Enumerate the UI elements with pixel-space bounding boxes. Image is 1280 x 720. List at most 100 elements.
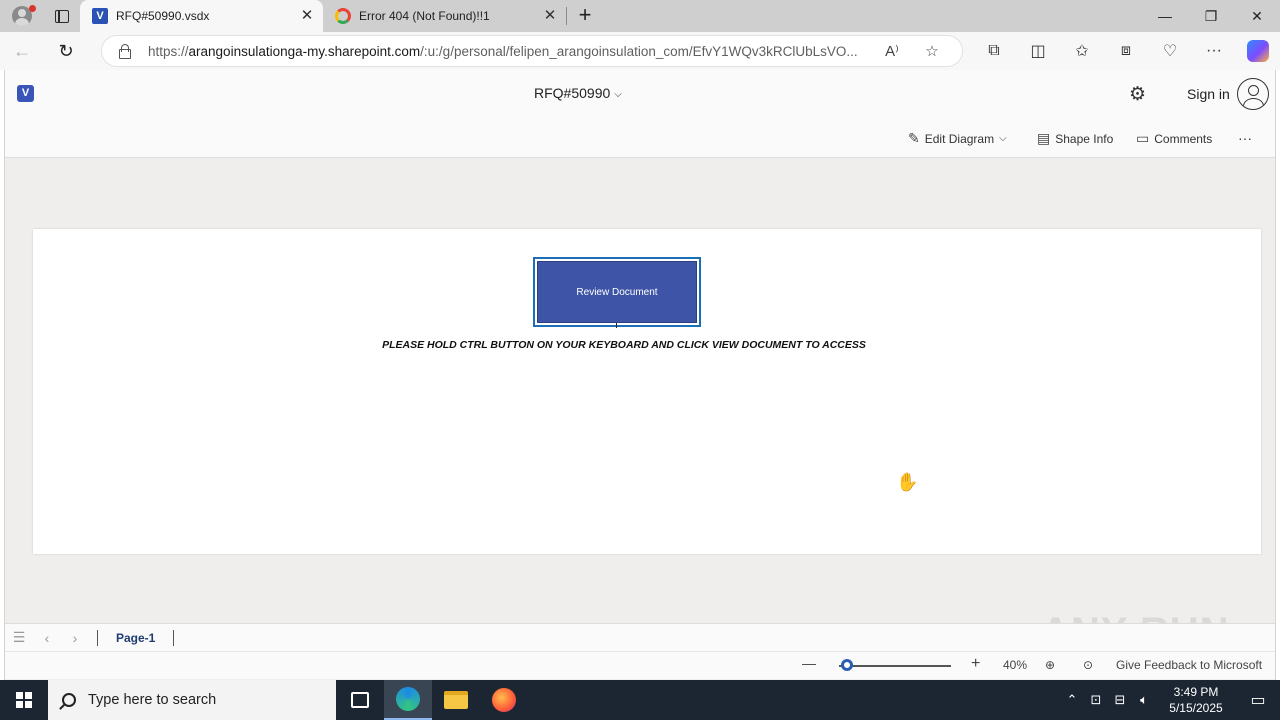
clock[interactable]: 3:49 PM 5/15/2025 — [1156, 684, 1236, 716]
previous-page-icon[interactable]: ‹ — [33, 630, 61, 646]
shape-connector-line — [616, 323, 617, 328]
windows-logo-icon — [16, 692, 32, 708]
profile-notification-dot — [29, 5, 36, 12]
taskbar-file-explorer[interactable] — [432, 680, 480, 720]
lock-icon[interactable] — [118, 44, 131, 59]
extensions-icon[interactable]: ⧉ — [972, 32, 1016, 70]
gear-icon[interactable]: ⚙ — [1129, 83, 1146, 106]
zoom-slider-thumb[interactable] — [841, 659, 854, 671]
search-placeholder: Type here to search — [88, 692, 217, 708]
chevron-up-icon[interactable]: ⌃ — [1060, 692, 1084, 708]
visio-app-header: V RFQ#50990 ⌵ ⚙ Sign in — [5, 70, 1275, 118]
more-options-button[interactable]: ··· — [1238, 130, 1252, 146]
notification-icon[interactable]: ▭ — [1236, 680, 1280, 720]
page-navigation-bar: ☰ ‹ › Page-1 — [5, 623, 1275, 651]
url-host: arangoinsulationga-my.sharepoint.com — [188, 43, 421, 59]
task-view-button[interactable] — [336, 680, 384, 720]
taskbar-edge[interactable] — [384, 680, 432, 720]
hand-cursor-icon: ✋ — [896, 472, 919, 492]
copilot-icon — [1247, 40, 1269, 62]
edit-diagram-button[interactable]: ✎ Edit Diagram ⌵ — [908, 130, 1007, 147]
tab-title: Error 404 (Not Found)!!1 — [359, 9, 490, 23]
browser-tab-rfq[interactable]: V RFQ#50990.vsdx ✕ — [80, 0, 323, 32]
tab-actions-icon — [55, 9, 69, 23]
clock-date: 5/15/2025 — [1169, 701, 1223, 715]
pencil-icon: ✎ — [908, 130, 920, 146]
review-document-shape[interactable]: Review Document — [533, 257, 701, 327]
url-prefix: https:// — [148, 43, 189, 59]
visio-ribbon: ✎ Edit Diagram ⌵ ▤ Shape Info ▭ Comments… — [5, 118, 1275, 158]
tab-actions-button[interactable] — [44, 0, 80, 32]
sign-in-link[interactable]: Sign in — [1187, 86, 1230, 102]
page-list-icon[interactable]: ☰ — [5, 629, 33, 646]
url-path: /:u:/g/personal/felipen_arangoinsulation… — [420, 43, 858, 59]
status-bar: — + 40% ⊕ ⊙ Give Feedback to Microsoft — [5, 651, 1275, 679]
device-icon[interactable]: ⊡ — [1084, 692, 1108, 708]
refresh-button[interactable]: ↻ — [44, 32, 88, 70]
instruction-text: PLEASE HOLD CTRL BUTTON ON YOUR KEYBOARD… — [382, 339, 866, 351]
fit-to-window-icon[interactable]: ⊕ — [1045, 658, 1055, 672]
url-text[interactable]: https://arangoinsulationga-my.sharepoint… — [148, 44, 872, 59]
close-tab-icon[interactable]: ✕ — [299, 8, 315, 24]
read-aloud-icon[interactable]: A⁾ — [872, 42, 912, 60]
taskbar-firefox[interactable] — [480, 680, 528, 720]
back-button[interactable]: ← — [0, 32, 44, 70]
zoom-level[interactable]: 40% — [1003, 658, 1027, 672]
chevron-down-icon: ⌵ — [614, 88, 622, 100]
windows-taskbar: Type here to search ⌃ ⊡ ⊟ 🔈︎ 3:49 PM 5/1… — [0, 680, 1280, 720]
volume-icon[interactable]: 🔈︎ — [1132, 692, 1156, 708]
address-bar[interactable]: https://arangoinsulationga-my.sharepoint… — [101, 35, 963, 67]
restore-button[interactable]: ❐ — [1188, 0, 1234, 32]
close-tab-icon[interactable]: ✕ — [542, 8, 558, 24]
zoom-search-icon[interactable]: ⊙ — [1083, 658, 1093, 672]
task-view-icon — [351, 692, 369, 708]
review-document-shape-fill[interactable]: Review Document — [537, 261, 697, 323]
shape-info-button[interactable]: ▤ Shape Info — [1037, 130, 1113, 147]
page-separator — [173, 629, 175, 646]
profile-button[interactable] — [0, 0, 44, 32]
network-icon[interactable]: ⊟ — [1108, 692, 1132, 708]
feedback-link[interactable]: Give Feedback to Microsoft — [1116, 658, 1262, 672]
firefox-icon — [492, 688, 516, 712]
window-controls: — ❐ ✕ — [1142, 0, 1280, 32]
page-tab[interactable]: Page-1 — [106, 631, 165, 645]
comments-button[interactable]: ▭ Comments — [1136, 130, 1212, 147]
clock-time: 3:49 PM — [1173, 685, 1219, 699]
browser-toolbar: ← ↻ https://arangoinsulationga-my.sharep… — [0, 32, 1280, 70]
browser-toolbar-right: ⧉ ◫ ✩ ⧈ ♡ ··· — [972, 32, 1280, 70]
shape-info-label: Shape Info — [1055, 131, 1114, 146]
next-page-icon[interactable]: › — [61, 630, 89, 646]
document-title-text: RFQ#50990 — [534, 85, 611, 101]
folder-icon — [444, 691, 468, 709]
start-button[interactable] — [0, 680, 48, 720]
google-icon — [335, 8, 351, 24]
browser-essentials-icon[interactable]: ♡ — [1148, 32, 1192, 70]
zoom-in-icon[interactable]: + — [971, 655, 980, 673]
account-icon[interactable] — [1237, 78, 1269, 110]
shape-text: Review Document — [576, 286, 658, 298]
favorites-icon[interactable]: ✩ — [1060, 32, 1104, 70]
shape-info-icon: ▤ — [1037, 130, 1051, 146]
favorite-star-icon[interactable]: ☆ — [912, 42, 952, 60]
browser-tab-strip: V RFQ#50990.vsdx ✕ Error 404 (Not Found)… — [0, 0, 1280, 32]
close-window-button[interactable]: ✕ — [1234, 0, 1280, 32]
split-screen-icon[interactable]: ◫ — [1016, 32, 1060, 70]
tab-title: RFQ#50990.vsdx — [116, 9, 210, 23]
search-icon — [62, 693, 76, 707]
visio-icon: V — [92, 8, 108, 24]
collections-icon[interactable]: ⧈ — [1104, 32, 1148, 70]
minimize-button[interactable]: — — [1142, 0, 1188, 32]
new-tab-button[interactable]: + — [567, 0, 603, 32]
comments-label: Comments — [1154, 131, 1213, 146]
browser-tab-error[interactable]: Error 404 (Not Found)!!1 ✕ — [323, 0, 566, 32]
visio-logo-icon[interactable]: V — [17, 85, 34, 102]
drawing-page[interactable]: Review Document PLEASE HOLD CTRL BUTTON … — [33, 229, 1261, 554]
settings-more-icon[interactable]: ··· — [1192, 32, 1236, 70]
zoom-slider[interactable] — [839, 665, 951, 667]
visio-viewer: V RFQ#50990 ⌵ ⚙ Sign in ✎ Edit Diagram ⌵… — [4, 70, 1276, 680]
system-tray: ⌃ ⊡ ⊟ 🔈︎ 3:49 PM 5/15/2025 ▭ — [1060, 680, 1280, 720]
copilot-button[interactable] — [1236, 32, 1280, 70]
zoom-out-icon[interactable]: — — [802, 655, 816, 671]
document-title[interactable]: RFQ#50990 ⌵ — [534, 85, 622, 101]
taskbar-search[interactable]: Type here to search — [48, 680, 336, 720]
